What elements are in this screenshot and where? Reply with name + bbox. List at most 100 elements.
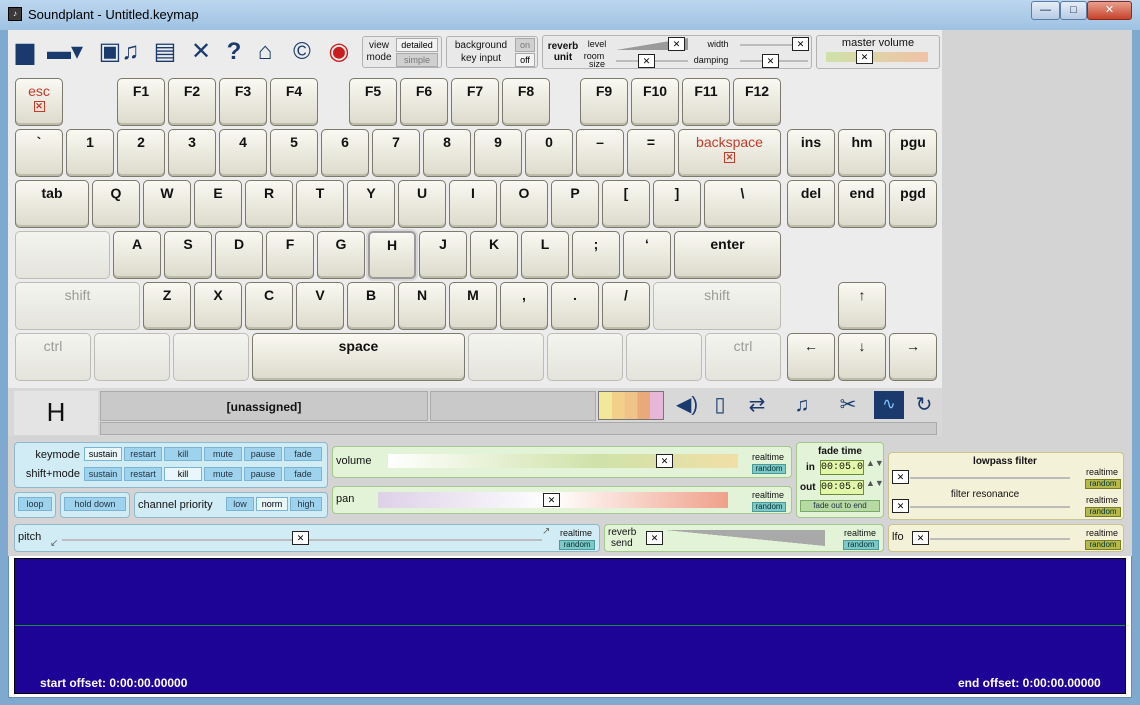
volume-random[interactable]: random [752,464,786,474]
home-icon[interactable]: ⌂ [250,35,280,69]
key-left-alt[interactable] [173,333,249,381]
view-detailed-button[interactable]: detailed [396,38,438,52]
maximize-button[interactable]: □ [1060,1,1087,20]
key-right-shift[interactable]: shift [653,282,781,330]
key-j[interactable]: J [419,231,467,279]
key-left-shift[interactable]: shift [15,282,140,330]
tools-icon[interactable]: ✕ [185,35,217,69]
pan-thumb[interactable]: ✕ [543,493,560,507]
key-f[interactable]: F [266,231,314,279]
save-icon[interactable]: ▣♫ [93,35,145,69]
waveform-display[interactable] [14,558,1126,694]
pitch-random[interactable]: random [559,540,595,550]
sample-file-icon[interactable]: ▯ [706,388,734,422]
background-off-button[interactable]: off [515,53,535,67]
key-d[interactable]: D [215,231,263,279]
key-m[interactable]: M [449,282,497,330]
key-h[interactable]: H [368,231,416,279]
key-0[interactable]: 0 [525,129,573,177]
keymode-pause[interactable]: pause [244,447,282,461]
key-home[interactable]: hm [838,129,886,177]
key-g[interactable]: G [317,231,365,279]
open-folder-icon[interactable]: ▬▾ [41,35,89,69]
key-a[interactable]: A [113,231,161,279]
priority-high[interactable]: high [290,497,322,511]
key-z[interactable]: Z [143,282,191,330]
close-button[interactable]: ✕ [1087,1,1132,20]
keymode-fade[interactable]: fade [284,447,322,461]
reverb-send-slider[interactable] [665,530,825,546]
key-9[interactable]: 9 [474,129,522,177]
fade-in-value[interactable]: 00:05.0 [820,460,864,475]
master-volume-thumb[interactable]: ✕ [856,50,873,64]
reverb-send-realtime[interactable]: realtime [842,528,878,538]
reverb-send-thumb[interactable]: ✕ [646,531,663,545]
key-u[interactable]: U [398,180,446,228]
pitch-up-icon[interactable]: ↗ [542,526,550,537]
key-pgup[interactable]: pgu [889,129,937,177]
key-quote[interactable]: ‘ [623,231,671,279]
key-minus[interactable]: – [576,129,624,177]
key-right-bracket[interactable]: ] [653,180,701,228]
key-p[interactable]: P [551,180,599,228]
key-slash[interactable]: / [602,282,650,330]
key-n[interactable]: N [398,282,446,330]
unassign-icon[interactable]: ✕ [724,152,735,163]
key-tab[interactable]: tab [15,180,89,228]
loop-button[interactable]: loop [18,497,52,511]
copyright-icon[interactable]: © [285,35,319,69]
key-capslock[interactable] [15,231,110,279]
key-period[interactable]: . [551,282,599,330]
key-b[interactable]: B [347,282,395,330]
refresh-icon[interactable]: ↻ [910,388,938,422]
key-7[interactable]: 7 [372,129,420,177]
key-o[interactable]: O [500,180,548,228]
key-pgdn[interactable]: pgd [889,180,937,228]
key-end[interactable]: end [838,180,886,228]
reverb-level-thumb[interactable]: ✕ [668,37,685,51]
key-f6[interactable]: F6 [400,78,448,126]
lfo-thumb[interactable]: ✕ [912,531,929,545]
key-semicolon[interactable]: ; [572,231,620,279]
shiftmode-sustain[interactable]: sustain [84,467,122,481]
cut-icon[interactable]: ✂ [830,388,866,422]
key-f1[interactable]: F1 [117,78,165,126]
lowpass-slider[interactable] [910,477,1070,479]
volume-realtime[interactable]: realtime [750,452,786,462]
key-6[interactable]: 6 [321,129,369,177]
key-ins[interactable]: ins [787,129,835,177]
key-backslash[interactable]: \ [704,180,781,228]
key-c[interactable]: C [245,282,293,330]
background-on-button[interactable]: on [515,38,535,52]
record-icon[interactable]: ◉ [322,35,356,69]
lowpass-realtime[interactable]: realtime [1084,467,1120,477]
keymode-mute[interactable]: mute [204,447,242,461]
fade-out-stepper[interactable]: ▲▼ [866,479,884,496]
key-e[interactable]: E [194,180,242,228]
key-l[interactable]: L [521,231,569,279]
key-q[interactable]: Q [92,180,140,228]
key-right-ctrl[interactable]: ctrl [705,333,781,381]
pitch-down-icon[interactable]: ↙ [50,538,58,549]
key-esc[interactable]: esc ✕ [15,78,63,126]
priority-low[interactable]: low [226,497,254,511]
shiftmode-fade[interactable]: fade [284,467,322,481]
color-palette[interactable] [598,391,664,420]
resonance-thumb[interactable]: ✕ [892,499,909,513]
key-right-win[interactable] [547,333,623,381]
key-arrow-right[interactable]: → [889,333,937,381]
key-f4[interactable]: F4 [270,78,318,126]
key-del[interactable]: del [787,180,835,228]
key-k[interactable]: K [470,231,518,279]
key-left-win[interactable] [94,333,170,381]
key-f10[interactable]: F10 [631,78,679,126]
key-right-alt[interactable] [468,333,544,381]
resonance-slider[interactable] [910,506,1070,508]
shiftmode-pause[interactable]: pause [244,467,282,481]
notes-icon[interactable]: ▤ [150,35,180,69]
reverb-width-thumb[interactable]: ✕ [792,37,809,51]
key-f3[interactable]: F3 [219,78,267,126]
key-space[interactable]: space [252,333,465,381]
reverb-send-random[interactable]: random [843,540,879,550]
key-v[interactable]: V [296,282,344,330]
